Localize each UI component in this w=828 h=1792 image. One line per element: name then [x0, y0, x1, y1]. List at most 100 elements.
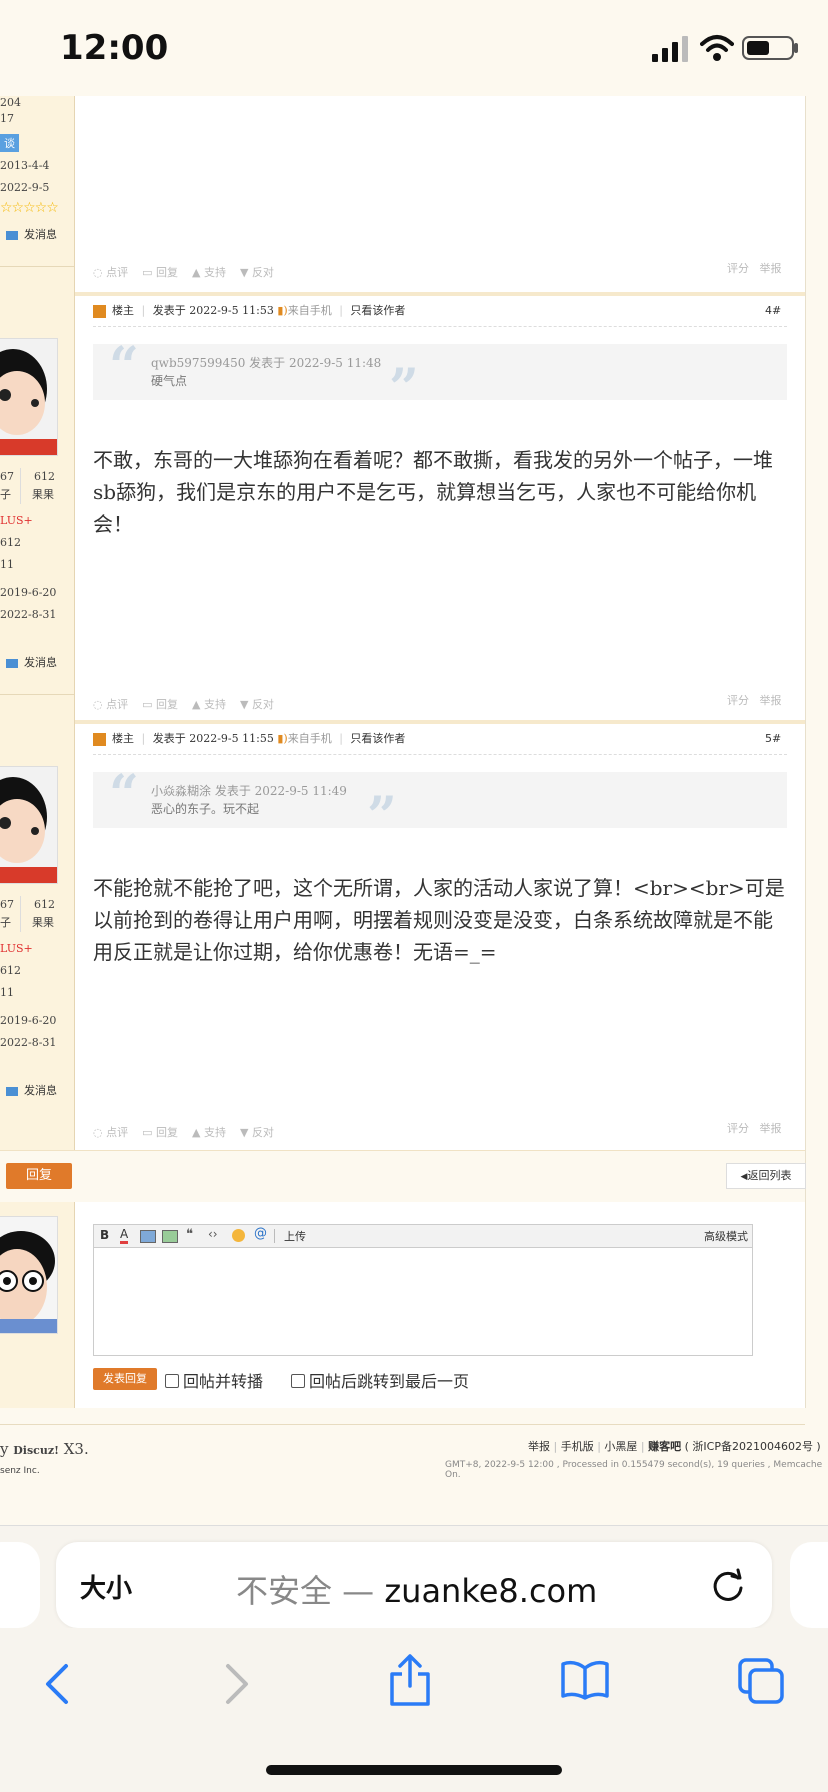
user-reg-date: 2019-6-20 [0, 586, 57, 599]
url-display[interactable]: 不安全 — zuanke8.com [236, 1566, 597, 1612]
quote-author: qwb597599450 发表于 2022-9-5 11:48 [151, 356, 382, 370]
address-bar[interactable]: 大小 不安全 — zuanke8.com [56, 1542, 772, 1628]
user-group: LUS+ [0, 942, 33, 955]
report-action[interactable]: 举报 [760, 1122, 782, 1135]
footer: y Discuz! X3. senz Inc. 举报 | 手机版 | 小黑屋 |… [0, 1408, 828, 1526]
avatar [0, 1216, 58, 1334]
post-time: 发表于 2022-9-5 11:55 [152, 732, 274, 745]
quote-text: 恶心的东子。玩不起 [151, 802, 260, 816]
next-tab-preview[interactable] [790, 1542, 828, 1628]
code-icon[interactable]: ‹› [208, 1227, 218, 1241]
support-action[interactable]: ▲ 支持 [192, 698, 226, 711]
mention-button[interactable]: @ [254, 1226, 267, 1241]
reply-action[interactable]: ▭ 回复 [142, 1126, 178, 1139]
user-stat: 204 [0, 96, 21, 109]
post-from: 来自手机 [287, 732, 332, 745]
forward-icon[interactable] [222, 1662, 252, 1706]
tabs-icon[interactable] [736, 1656, 786, 1706]
only-author-link[interactable]: 只看该作者 [350, 732, 405, 745]
share-icon[interactable] [388, 1652, 432, 1708]
report-action[interactable]: 举报 [760, 694, 782, 707]
divider [93, 326, 787, 327]
comment-action[interactable]: ◌ 点评 [93, 1126, 128, 1139]
user-stat: 子 [0, 916, 11, 929]
home-indicator[interactable] [266, 1765, 562, 1775]
powered-by: y Discuz! X3. [0, 1440, 89, 1458]
rate-action[interactable]: 评分 [727, 1122, 749, 1135]
cellular-signal-icon [652, 36, 688, 62]
user-reg-date: 2019-6-20 [0, 1014, 57, 1027]
send-message-link[interactable]: 发消息 [6, 654, 57, 670]
submit-reply-button[interactable]: 发表回复 [93, 1368, 157, 1390]
user-stat: 612 [34, 470, 55, 483]
page-edge [805, 96, 828, 1416]
upload-button[interactable]: 上传 [284, 1228, 306, 1244]
send-message-link[interactable]: 发消息 [6, 226, 57, 242]
back-to-list-button[interactable]: ◀返回列表 [726, 1163, 806, 1189]
footer-link-report[interactable]: 举报 [528, 1440, 550, 1453]
divider [20, 896, 21, 932]
status-bar: 12:00 [0, 0, 828, 96]
footer-link-site[interactable]: 赚客吧 [648, 1440, 681, 1453]
footer-links: 举报 | 手机版 | 小黑屋 | 赚客吧 ( 浙ICP备2021004602号 … [528, 1440, 821, 1453]
user-group: LUS+ [0, 514, 33, 527]
reply-action[interactable]: ▭ 回复 [142, 698, 178, 711]
last-page-option[interactable]: 回帖后跳转到最后一页 [291, 1368, 469, 1392]
mail-icon [6, 658, 18, 668]
oppose-action[interactable]: ▼ 反对 [240, 1126, 274, 1139]
reply-textarea[interactable] [94, 1247, 752, 1355]
text-size-button[interactable]: 大小 [80, 1568, 132, 1605]
last-page-checkbox[interactable] [291, 1374, 305, 1388]
clock: 12:00 [60, 28, 169, 68]
bold-button[interactable]: B [100, 1228, 109, 1242]
post-from: 来自手机 [287, 304, 332, 317]
user-stat: 67 [0, 898, 14, 911]
editor-toolbar: B A ❝ ‹› @ 上传 高级模式 [94, 1225, 752, 1248]
reply-editor: B A ❝ ‹› @ 上传 高级模式 [93, 1224, 753, 1356]
support-action[interactable]: ▲ 支持 [192, 266, 226, 279]
prev-tab-preview[interactable] [0, 1542, 40, 1628]
post-actions: ◌ 点评 ▭ 回复 ▲ 支持 ▼ 反对 [93, 1124, 274, 1140]
post-time: 发表于 2022-9-5 11:53 [152, 304, 274, 317]
footer-link-blackroom[interactable]: 小黑屋 [604, 1440, 637, 1453]
reply-button[interactable]: 回复 [6, 1163, 72, 1189]
image-icon[interactable] [140, 1230, 156, 1243]
comment-action[interactable]: ◌ 点评 [93, 266, 128, 279]
user-stat: 2022-9-5 [0, 181, 50, 194]
reload-icon[interactable] [710, 1566, 746, 1604]
quote-icon[interactable]: ❝ [186, 1227, 193, 1242]
oppose-action[interactable]: ▼ 反对 [240, 698, 274, 711]
quick-reply-panel: B A ❝ ‹› @ 上传 高级模式 发表回复 回帖并转播 回帖后跳转到最后一页 [75, 1202, 805, 1409]
font-color-button[interactable]: A [120, 1227, 129, 1244]
smiley-icon[interactable] [232, 1229, 245, 1242]
post-meta: 楼主 | 发表于 2022-9-5 11:53 ▮)来自手机 | 只看该作者 [93, 302, 713, 326]
bookmarks-icon[interactable] [560, 1658, 610, 1702]
oppose-action[interactable]: ▼ 反对 [240, 266, 274, 279]
footer-link-mobile[interactable]: 手机版 [561, 1440, 594, 1453]
comment-action[interactable]: ◌ 点评 [93, 698, 128, 711]
mail-icon [6, 1086, 18, 1096]
author-role: 楼主 [112, 732, 134, 745]
open-quote-icon: “ [109, 336, 139, 397]
avatar[interactable] [0, 766, 58, 884]
rate-action[interactable]: 评分 [727, 694, 749, 707]
back-icon[interactable] [42, 1662, 72, 1706]
user-group-badge: 谈 [0, 134, 19, 152]
user-stat: 果果 [32, 488, 54, 501]
link-icon[interactable] [162, 1230, 178, 1243]
quote-block: “ 小焱淼糊涂 发表于 2022-9-5 11:49 恶心的东子。玩不起 ” [93, 764, 787, 847]
send-message-link[interactable]: 发消息 [6, 1082, 57, 1098]
only-author-link[interactable]: 只看该作者 [350, 304, 405, 317]
reply-action[interactable]: ▭ 回复 [142, 266, 178, 279]
report-action[interactable]: 举报 [760, 262, 782, 275]
avatar[interactable] [0, 338, 58, 456]
floor-number: 5# [765, 732, 782, 745]
author-role: 楼主 [112, 304, 134, 317]
divider [0, 1424, 805, 1425]
forward-option[interactable]: 回帖并转播 [165, 1368, 263, 1392]
support-action[interactable]: ▲ 支持 [192, 1126, 226, 1139]
icp-number[interactable]: ( 浙ICP备2021004602号 ) [685, 1440, 821, 1453]
rate-action[interactable]: 评分 [727, 262, 749, 275]
forward-checkbox[interactable] [165, 1374, 179, 1388]
advanced-mode-link[interactable]: 高级模式 [704, 1228, 748, 1244]
